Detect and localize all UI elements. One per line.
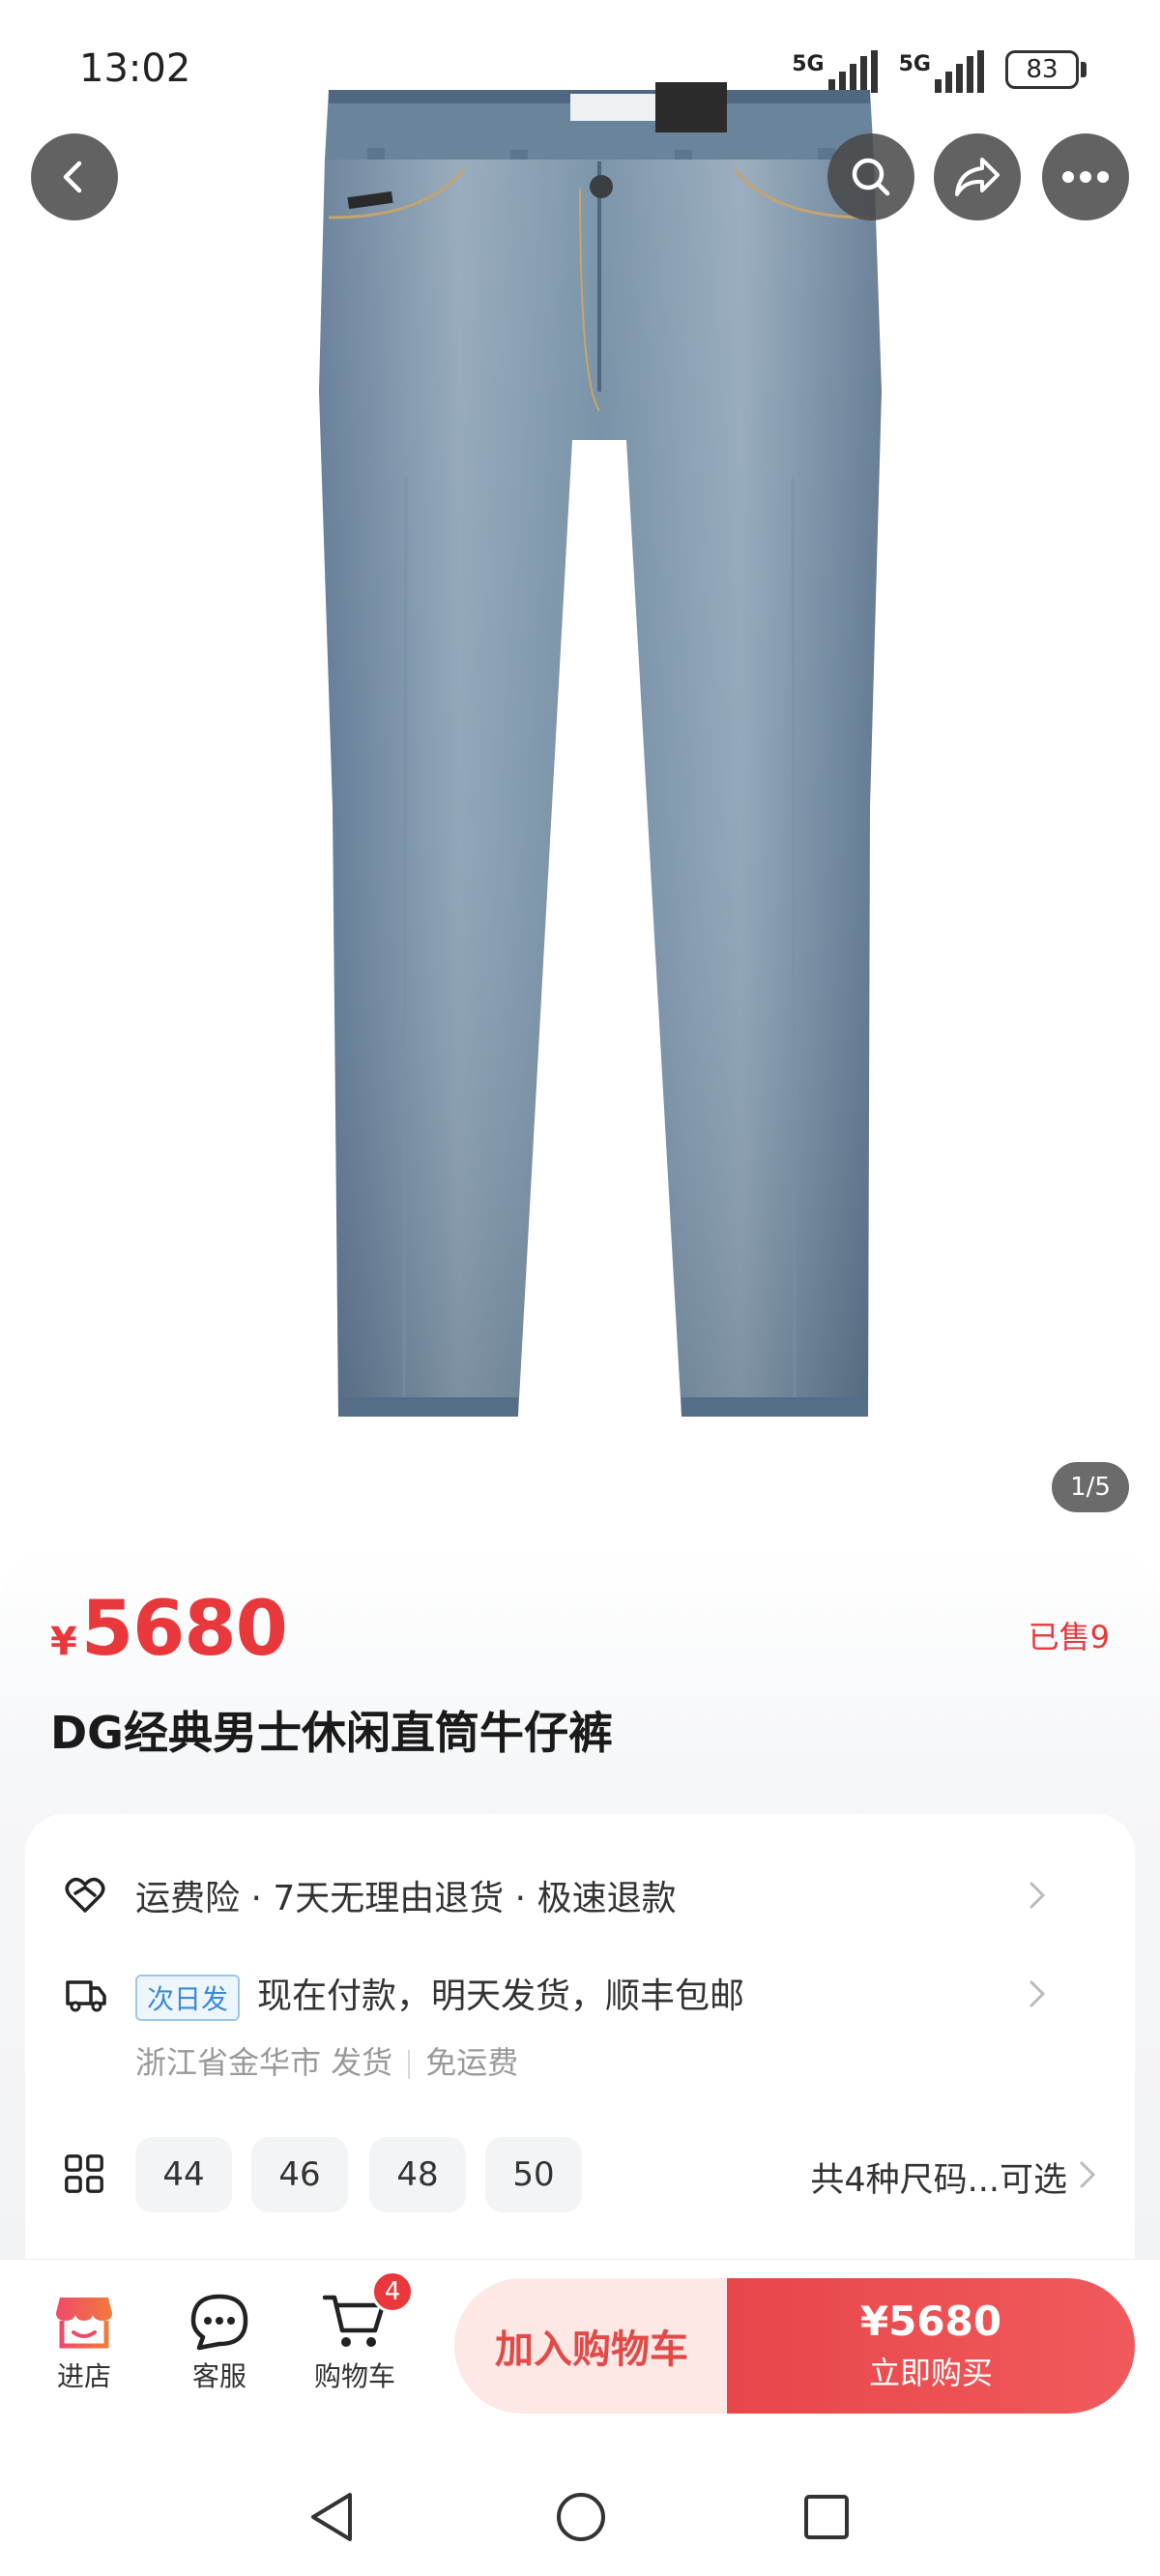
- store-icon: [56, 2298, 112, 2349]
- share-button[interactable]: [934, 133, 1021, 220]
- search-icon: [852, 158, 890, 196]
- image-counter: 1/5: [1052, 1462, 1129, 1512]
- customer-service-button[interactable]: 客服: [166, 2292, 273, 2394]
- grid-icon: [65, 2154, 103, 2193]
- guarantee-text: 运费险 · 7天无理由退货 · 极速退款: [135, 1879, 677, 1918]
- origin-row: 浙江省金华市 发货 免运费: [0, 2036, 1110, 2085]
- nav-back-triangle-icon[interactable]: [307, 2491, 356, 2543]
- more-button[interactable]: [1042, 133, 1129, 220]
- sold-count: 已售9: [1028, 1619, 1110, 1655]
- next-day-tag: 次日发: [135, 1974, 241, 2021]
- shipping-row[interactable]: 次日发 现在付款，明天发货，顺丰包邮: [0, 1965, 1110, 2023]
- size-summary[interactable]: 共4种尺码...可选: [810, 2152, 1067, 2202]
- shipping-text: 现在付款，明天发货，顺丰包邮: [257, 1976, 745, 2016]
- more-dots-icon: [1062, 171, 1109, 183]
- currency-symbol: ¥: [50, 1620, 77, 1664]
- shop-label: 进店: [56, 2360, 111, 2392]
- divider: [408, 2050, 411, 2079]
- cart-count-badge: 4: [371, 2270, 414, 2313]
- shipping-text-wrap: 次日发 现在付款，明天发货，顺丰包邮: [135, 1968, 744, 2021]
- battery-icon: 83: [1005, 50, 1087, 89]
- battery-level: 83: [1026, 55, 1058, 84]
- ship-origin: 浙江省金华市 发货: [135, 2044, 393, 2081]
- size-option-44[interactable]: 44: [135, 2137, 232, 2212]
- chevron-right-icon: [1080, 2161, 1096, 2188]
- share-icon: [955, 158, 1000, 196]
- size-option-50[interactable]: 50: [485, 2137, 582, 2212]
- size-option-48[interactable]: 48: [369, 2137, 466, 2212]
- back-button[interactable]: [31, 133, 118, 220]
- chevron-left-icon: [63, 161, 82, 193]
- buy-now-button[interactable]: ¥5680 立即购买: [727, 2278, 1135, 2414]
- freight-free: 免运费: [425, 2044, 519, 2081]
- nav-home-circle-icon[interactable]: [555, 2491, 607, 2543]
- nav-recents-square-icon[interactable]: [802, 2493, 851, 2541]
- shop-button[interactable]: 进店: [31, 2292, 137, 2394]
- cart-label: 购物车: [313, 2360, 395, 2392]
- buy-now-price: ¥5680: [859, 2298, 1002, 2345]
- product-image-jeans[interactable]: [290, 73, 909, 1426]
- buy-now-label: 立即购买: [868, 2355, 993, 2391]
- signal-5g-2: 5G: [899, 50, 984, 93]
- service-label: 客服: [191, 2360, 246, 2392]
- chevron-right-icon: [1030, 1882, 1046, 1909]
- delivery-truck-icon: [66, 1980, 106, 2012]
- add-to-cart-button[interactable]: 加入购物车: [454, 2278, 729, 2414]
- origin-text-wrap: 浙江省金华市 发货 免运费: [135, 2038, 518, 2083]
- product-title: DG经典男士休闲直筒牛仔裤: [50, 1707, 613, 1759]
- chevron-right-icon: [1030, 1980, 1046, 2007]
- shield-heart-icon: [65, 1877, 105, 1913]
- price-value: 5680: [80, 1586, 288, 1673]
- chat-bubble-icon: [190, 2294, 248, 2351]
- product-price: ¥ 5680: [50, 1586, 288, 1673]
- size-option-46[interactable]: 46: [251, 2137, 348, 2212]
- search-button[interactable]: [827, 133, 914, 220]
- status-time: 13:02: [79, 46, 191, 91]
- guarantee-row[interactable]: 运费险 · 7天无理由退货 · 极速退款: [0, 1866, 1110, 1924]
- signal-bars-icon: [935, 50, 984, 93]
